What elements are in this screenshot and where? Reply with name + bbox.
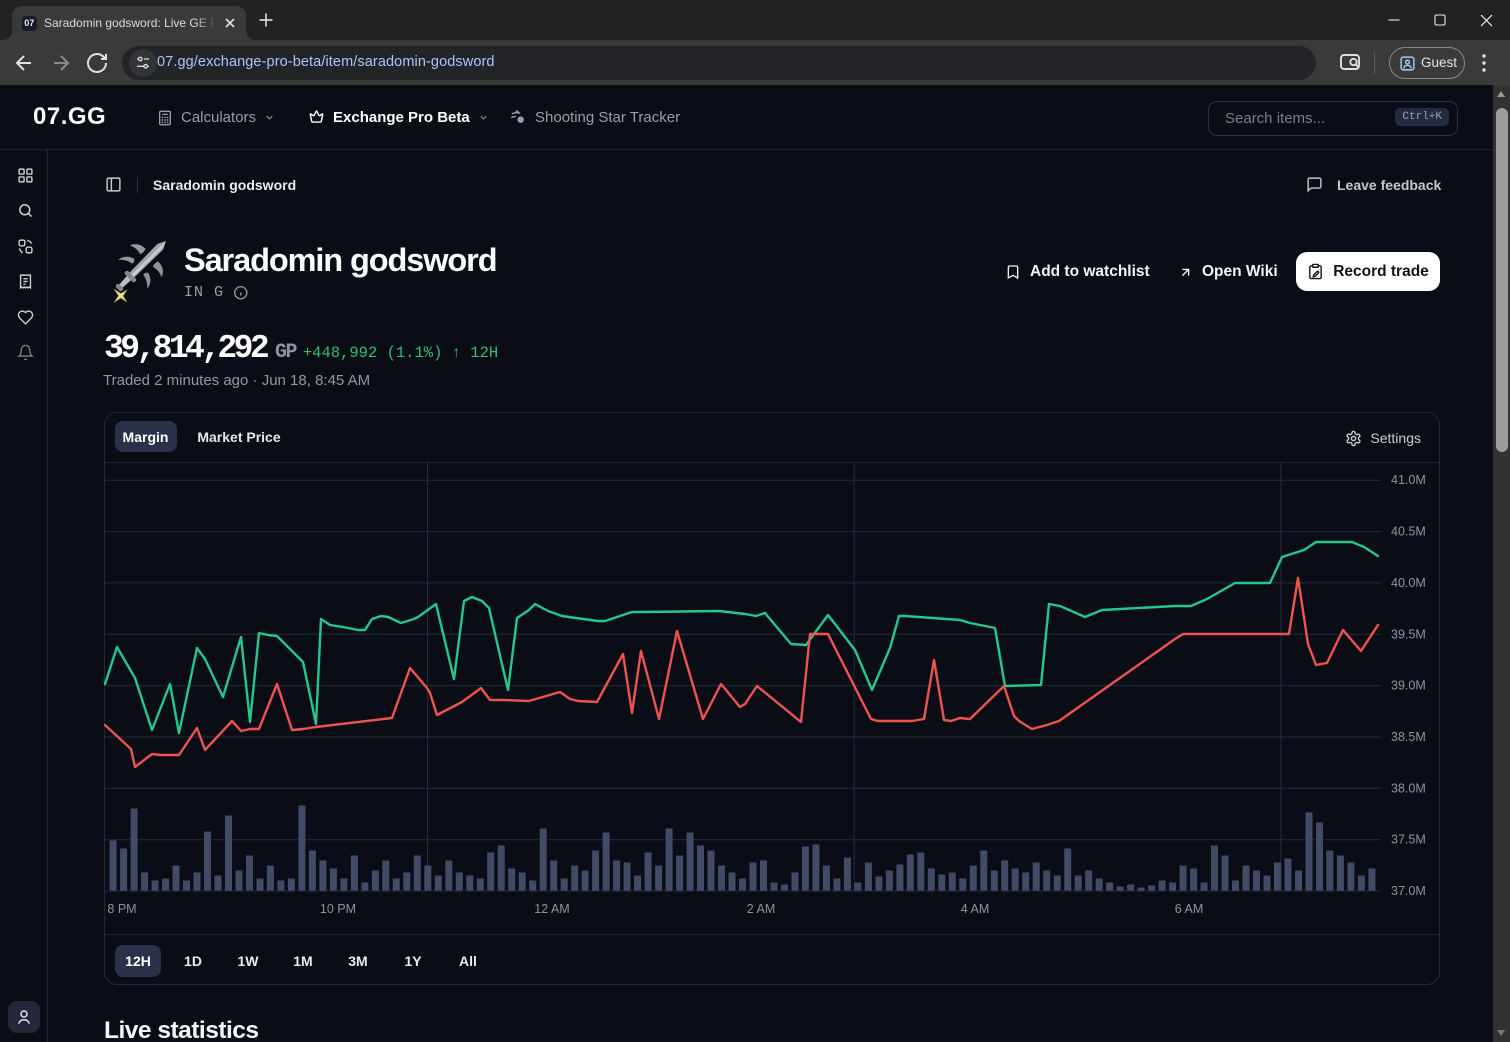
- svg-text:41.0M: 41.0M: [1391, 473, 1426, 487]
- svg-text:2 AM: 2 AM: [747, 902, 776, 916]
- svg-text:37.5M: 37.5M: [1391, 833, 1426, 847]
- svg-text:39.0M: 39.0M: [1391, 679, 1426, 693]
- svg-text:38.5M: 38.5M: [1391, 730, 1426, 744]
- svg-text:37.0M: 37.0M: [1391, 884, 1426, 898]
- svg-text:8 PM: 8 PM: [107, 902, 136, 916]
- svg-text:38.0M: 38.0M: [1391, 781, 1426, 795]
- svg-text:40.5M: 40.5M: [1391, 525, 1426, 539]
- svg-text:12 AM: 12 AM: [534, 902, 569, 916]
- svg-text:6 AM: 6 AM: [1175, 902, 1204, 916]
- svg-text:4 AM: 4 AM: [961, 902, 990, 916]
- svg-text:40.0M: 40.0M: [1391, 576, 1426, 590]
- svg-text:10 PM: 10 PM: [320, 902, 356, 916]
- svg-text:39.5M: 39.5M: [1391, 627, 1426, 641]
